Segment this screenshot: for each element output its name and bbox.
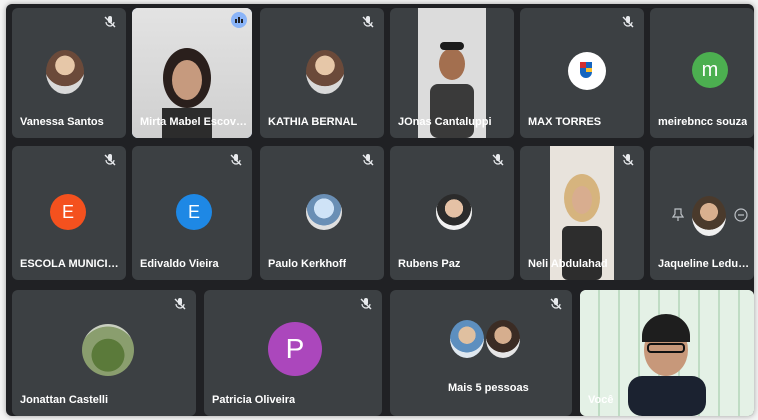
mic-off-icon <box>550 298 562 310</box>
mic-off-icon <box>622 154 634 166</box>
participant-name: Mirta Mabel Escovar T... <box>140 116 248 128</box>
participant-name: Jaqueline Ledur - Pont... <box>658 258 750 270</box>
initial-avatar: E <box>176 194 212 230</box>
initial-avatar: m <box>692 52 728 88</box>
logo-avatar <box>568 52 606 90</box>
participant-tile[interactable]: Neli Abdulahad <box>520 146 644 280</box>
initial-avatar: P <box>268 322 322 376</box>
initial-avatar: E <box>50 194 86 230</box>
participant-tile[interactable]: Jaqueline Ledur - Pont... <box>650 146 754 280</box>
more-participants-tile[interactable]: Mais 5 pessoas <box>390 290 572 416</box>
mic-off-icon <box>622 16 634 28</box>
participant-name: MAX TORRES <box>528 116 602 128</box>
avatar <box>486 320 520 358</box>
mic-off-icon <box>230 154 242 166</box>
avatar <box>436 194 472 230</box>
mic-off-icon <box>492 154 504 166</box>
participant-tile[interactable]: JOnas Cantaluppi <box>390 8 514 138</box>
participant-name: Paulo Kerkhoff <box>268 258 347 270</box>
avatar <box>450 320 484 358</box>
participant-tile[interactable]: MAX TORRES <box>520 8 644 138</box>
avatar <box>46 50 84 94</box>
participant-tile[interactable]: Rubens Paz <box>390 146 514 280</box>
participant-tile[interactable]: E ESCOLA MUNICIPAL IG... <box>12 146 126 280</box>
participant-name: meirebncc souza <box>658 116 748 128</box>
participant-name: Edivaldo Vieira <box>140 258 219 270</box>
mic-off-icon <box>362 16 374 28</box>
mic-off-icon <box>360 298 372 310</box>
mic-off-icon <box>174 298 186 310</box>
avatar <box>692 196 726 236</box>
speaking-indicator-icon <box>231 12 247 28</box>
participant-name: Jonattan Castelli <box>20 394 109 406</box>
avatar <box>82 324 134 376</box>
mic-off-icon <box>362 154 374 166</box>
pin-icon[interactable] <box>672 208 684 222</box>
remove-icon[interactable] <box>734 208 748 222</box>
participant-tile[interactable]: Vanessa Santos <box>12 8 126 138</box>
participant-tile[interactable]: Mirta Mabel Escovar T... <box>132 8 252 138</box>
participant-name: Neli Abdulahad <box>528 258 608 270</box>
avatar <box>306 50 344 94</box>
participant-tile[interactable]: Paulo Kerkhoff <box>260 146 384 280</box>
self-view-tile[interactable]: Você <box>580 290 754 416</box>
participant-name: KATHIA BERNAL <box>268 116 358 128</box>
mic-off-icon <box>104 154 116 166</box>
participant-name: JOnas Cantaluppi <box>398 116 492 128</box>
participant-name: Rubens Paz <box>398 258 461 270</box>
participant-tile[interactable]: KATHIA BERNAL <box>260 8 384 138</box>
avatar <box>306 194 342 230</box>
meeting-grid: Vanessa Santos Mirta Mabel Escovar T... … <box>6 4 754 416</box>
participant-tile[interactable]: Jonattan Castelli <box>12 290 196 416</box>
participant-name: Patricia Oliveira <box>212 394 296 406</box>
participant-name: Você <box>588 394 614 406</box>
participant-tile[interactable]: P Patricia Oliveira <box>204 290 382 416</box>
participant-tile[interactable]: m meirebncc souza <box>650 8 754 138</box>
participant-name: ESCOLA MUNICIPAL IG... <box>20 258 122 270</box>
mic-off-icon <box>104 16 116 28</box>
participant-name: Vanessa Santos <box>20 116 104 128</box>
more-people-label: Mais 5 pessoas <box>448 382 529 394</box>
participant-tile[interactable]: E Edivaldo Vieira <box>132 146 252 280</box>
